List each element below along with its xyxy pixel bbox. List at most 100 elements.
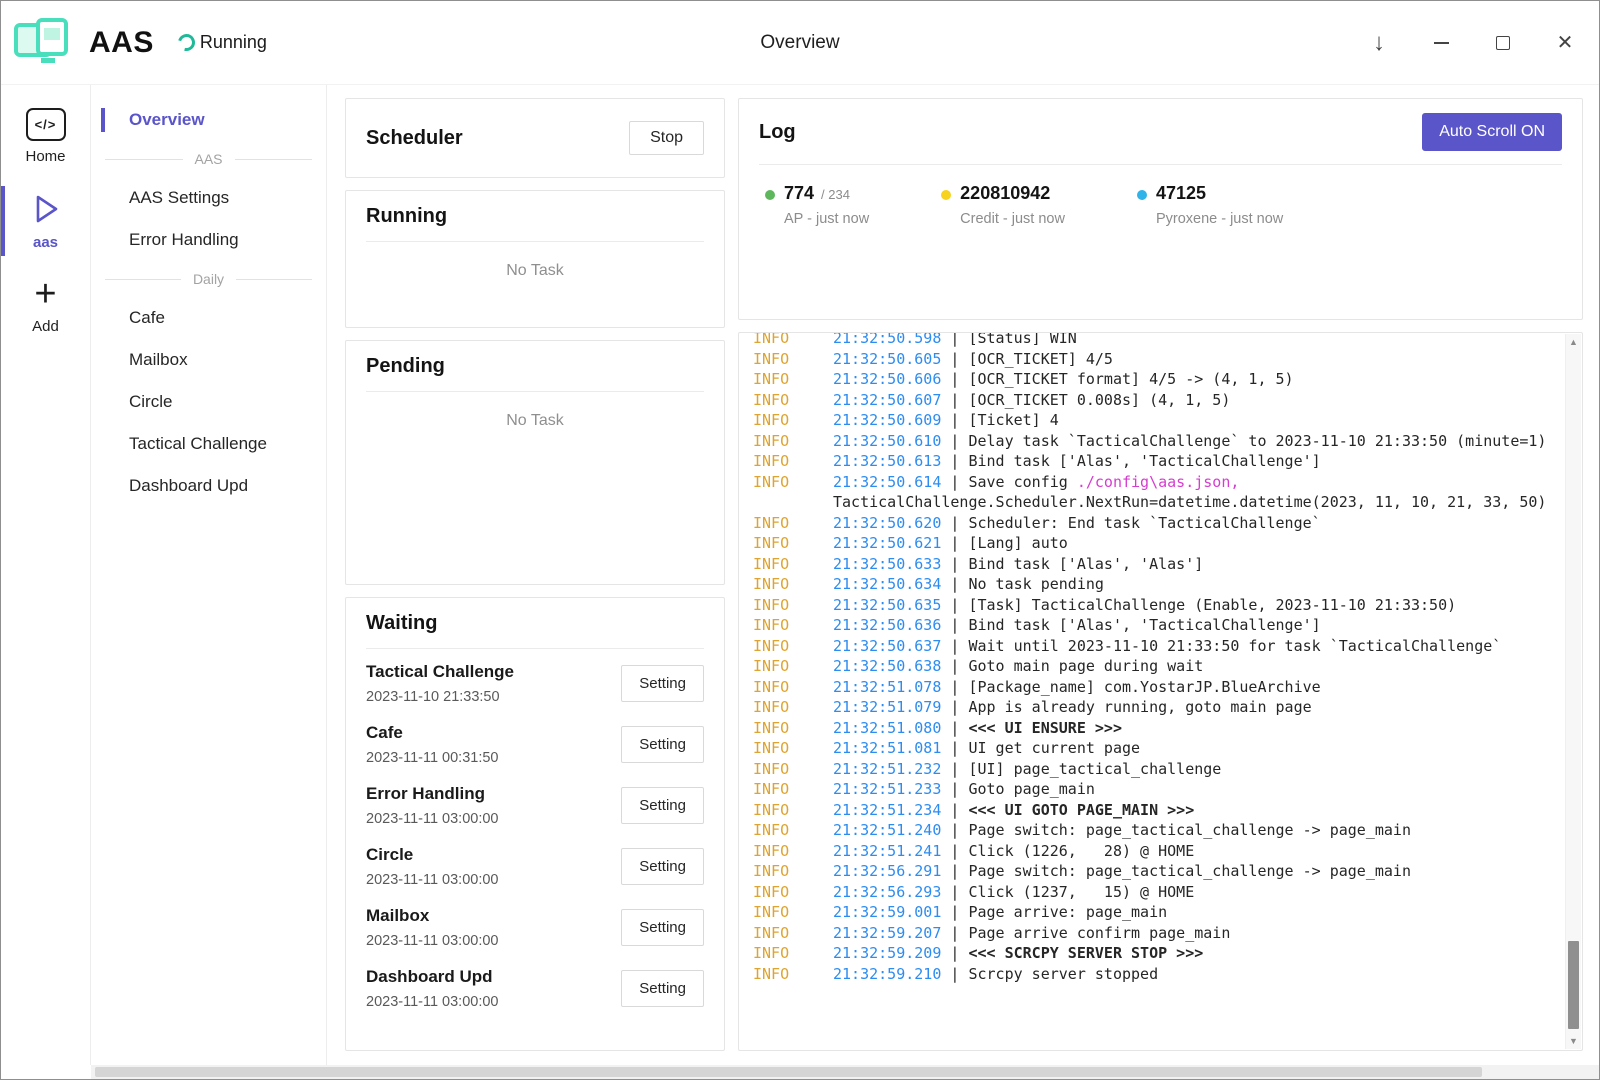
log-level: INFO <box>753 472 833 513</box>
log-line: INFO21:32:50.613 | Bind task ['Alas', 'T… <box>753 451 1552 472</box>
stat-dot-icon <box>941 190 951 200</box>
code-icon: </> <box>26 108 66 141</box>
stat-suffix: / 234 <box>821 187 850 202</box>
log-title: Log <box>759 121 796 144</box>
log-text: Page switch: page_tactical_challenge -> … <box>968 862 1411 880</box>
stat-value: 220810942 <box>960 183 1050 204</box>
log-timestamp: 21:32:50.607 <box>833 391 941 409</box>
log-line: INFO21:32:59.210 | Scrcpy server stopped <box>753 964 1552 985</box>
close-icon: ✕ <box>1557 33 1574 53</box>
log-message: 21:32:56.293 | Click (1237, 15) @ HOME <box>833 882 1552 903</box>
log-text: Scrcpy server stopped <box>968 965 1158 983</box>
log-timestamp: 21:32:59.001 <box>833 903 941 921</box>
nav-item-tactical-challenge[interactable]: Tactical Challenge <box>91 423 326 465</box>
log-message: 21:32:50.633 | Bind task ['Alas', 'Alas'… <box>833 554 1552 575</box>
stat-body: 220810942Credit - just now <box>960 183 1065 227</box>
log-timestamp: 21:32:56.293 <box>833 883 941 901</box>
task-setting-button[interactable]: Setting <box>621 787 704 824</box>
task-setting-button[interactable]: Setting <box>621 665 704 702</box>
scroll-down-arrow-icon[interactable]: ▼ <box>1566 1036 1581 1046</box>
log-level: INFO <box>753 656 833 677</box>
nav-item-overview[interactable]: Overview <box>91 99 326 141</box>
log-message: 21:32:59.210 | Scrcpy server stopped <box>833 964 1552 985</box>
log-message: 21:32:51.079 | App is already running, g… <box>833 697 1552 718</box>
nav-item-circle[interactable]: Circle <box>91 381 326 423</box>
sidebar-item-aas[interactable]: aas <box>1 180 90 262</box>
sidebar-item-home[interactable]: </> Home <box>1 97 90 176</box>
log-timestamp: 21:32:59.210 <box>833 965 941 983</box>
nav-item-cafe[interactable]: Cafe <box>91 297 326 339</box>
waiting-task-time: 2023-11-11 00:31:50 <box>366 750 499 766</box>
stop-button[interactable]: Stop <box>629 121 704 155</box>
log-text: Scheduler: End task `TacticalChallenge` <box>968 514 1320 532</box>
log-scrollbar[interactable]: ▲ ▼ <box>1565 334 1581 1049</box>
log-timestamp: 21:32:50.614 <box>833 473 941 491</box>
divider-line <box>105 159 183 160</box>
log-text: Goto main page during wait <box>968 657 1203 675</box>
waiting-title: Waiting <box>366 612 437 635</box>
stat-value-row: 47125 <box>1156 183 1283 204</box>
log-timestamp: 21:32:50.636 <box>833 616 941 634</box>
hide-to-tray-button[interactable]: ↓ <box>1367 31 1391 55</box>
log-message: 21:32:51.234 | <<< UI GOTO PAGE_MAIN >>> <box>833 800 1552 821</box>
log-text: UI get current page <box>968 739 1140 757</box>
log-line: INFO21:32:51.078 | [Package_name] com.Yo… <box>753 677 1552 698</box>
log-line: INFO21:32:51.234 | <<< UI GOTO PAGE_MAIN… <box>753 800 1552 821</box>
log-message: 21:32:50.598 | [Status] WIN <box>833 332 1552 349</box>
pending-empty-text: No Task <box>346 392 724 430</box>
task-setting-button[interactable]: Setting <box>621 726 704 763</box>
waiting-task-name: Error Handling <box>366 784 499 804</box>
task-setting-button[interactable]: Setting <box>621 848 704 885</box>
nav-item-aas-settings[interactable]: AAS Settings <box>91 177 326 219</box>
log-line: INFO21:32:50.633 | Bind task ['Alas', 'A… <box>753 554 1552 575</box>
log-line: INFO21:32:51.232 | [UI] page_tactical_ch… <box>753 759 1552 780</box>
minimize-button[interactable] <box>1429 31 1453 55</box>
log-level: INFO <box>753 779 833 800</box>
horizontal-scrollbar[interactable] <box>91 1065 1599 1079</box>
sidebar-item-label: Home <box>25 148 65 165</box>
maximize-button[interactable] <box>1491 31 1515 55</box>
log-level: INFO <box>753 923 833 944</box>
log-level: INFO <box>753 902 833 923</box>
log-text: No task pending <box>968 575 1103 593</box>
log-level: INFO <box>753 677 833 698</box>
scroll-up-arrow-icon[interactable]: ▲ <box>1566 337 1581 347</box>
log-text: [OCR_TICKET 0.008s] (4, 1, 5) <box>968 391 1230 409</box>
log-line: INFO21:32:50.620 | Scheduler: End task `… <box>753 513 1552 534</box>
log-message: 21:32:51.080 | <<< UI ENSURE >>> <box>833 718 1552 739</box>
dashboard-stat: 774/ 234AP - just now <box>765 183 869 227</box>
auto-scroll-button[interactable]: Auto Scroll ON <box>1422 113 1562 151</box>
nav-item-error-handling[interactable]: Error Handling <box>91 219 326 261</box>
play-icon <box>28 191 64 227</box>
task-setting-button[interactable]: Setting <box>621 970 704 1007</box>
log-text: [OCR_TICKET format] 4/5 -> (4, 1, 5) <box>968 370 1293 388</box>
log-text: App is already running, goto main page <box>968 698 1311 716</box>
log-timestamp: 21:32:50.635 <box>833 596 941 614</box>
nav-item-mailbox[interactable]: Mailbox <box>91 339 326 381</box>
sidebar-item-add[interactable]: + Add <box>1 266 90 346</box>
window-title: Overview <box>760 32 839 54</box>
log-timestamp: 21:32:51.080 <box>833 719 941 737</box>
log-line: INFO21:32:59.207 | Page arrive confirm p… <box>753 923 1552 944</box>
waiting-task-name: Mailbox <box>366 906 499 926</box>
waiting-task-info: Error Handling2023-11-11 03:00:00 <box>366 784 499 827</box>
nav-section-divider: AAS <box>91 141 326 177</box>
log-level: INFO <box>753 369 833 390</box>
task-setting-button[interactable]: Setting <box>621 909 704 946</box>
log-message: 21:32:50.614 | Save config ./config\aas.… <box>833 472 1552 513</box>
log-message: 21:32:59.207 | Page arrive confirm page_… <box>833 923 1552 944</box>
nav-item-dashboard-upd[interactable]: Dashboard Upd <box>91 465 326 507</box>
log-line: INFO21:32:51.240 | Page switch: page_tac… <box>753 820 1552 841</box>
log-text: <<< UI ENSURE >>> <box>968 719 1122 737</box>
log-message: 21:32:50.638 | Goto main page during wai… <box>833 656 1552 677</box>
log-timestamp: 21:32:51.241 <box>833 842 941 860</box>
log-message: 21:32:59.001 | Page arrive: page_main <box>833 902 1552 923</box>
log-scrollbar-thumb[interactable] <box>1568 941 1579 1029</box>
close-button[interactable]: ✕ <box>1553 31 1577 55</box>
log-level: INFO <box>753 820 833 841</box>
horizontal-scrollbar-thumb[interactable] <box>95 1067 1482 1077</box>
icon-sidebar: </> Home aas + Add <box>1 85 91 1065</box>
log-timestamp: 21:32:50.609 <box>833 411 941 429</box>
scheduler-title: Scheduler <box>366 127 463 150</box>
divider-line <box>236 279 312 280</box>
